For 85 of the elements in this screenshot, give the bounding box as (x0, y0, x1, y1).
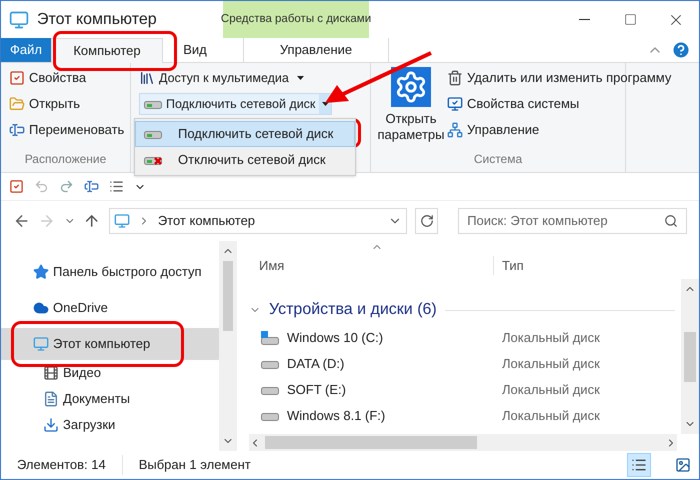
file-name[interactable]: Windows 8.1 (F:) (287, 406, 386, 426)
nav-item[interactable]: Документы (1, 386, 219, 412)
computer-management-icon (447, 122, 463, 138)
rename-icon (9, 122, 25, 138)
table-cell-text: Локальный диск (501, 407, 600, 426)
nav-item[interactable]: Этот компьютер (1, 328, 219, 360)
ribbon-button[interactable]: Открыть (9, 93, 130, 115)
checkbox-icon (9, 70, 25, 86)
back-icon[interactable] (13, 212, 30, 230)
dropdown-arrow-button[interactable] (319, 94, 332, 114)
scrollbar[interactable] (219, 241, 237, 451)
nav-item[interactable]: Панель быстрого доступ (1, 256, 219, 288)
table-cell-text: Локальный диск (501, 355, 600, 374)
group-header: Устройства и диски (6) (269, 300, 437, 320)
address-path: Этот компьютер (158, 212, 256, 230)
ribbon-button[interactable]: Управление (447, 119, 672, 141)
picture-icon (675, 457, 691, 473)
refresh-icon (420, 214, 434, 228)
download-icon (43, 417, 59, 433)
maximize-icon (624, 13, 636, 26)
search-icon (664, 214, 678, 228)
search-field[interactable]: Поиск: Этот компьютер (458, 208, 688, 234)
column-header[interactable]: Имя (249, 256, 494, 275)
ribbon-button[interactable]: Переименовать (9, 119, 130, 141)
file-name[interactable]: SOFT (E:) (287, 380, 346, 400)
drive-remove-icon (144, 155, 162, 165)
drive-icon (144, 129, 162, 139)
nav-item[interactable]: Загрузки (1, 412, 219, 438)
ribbon-button[interactable]: Доступ к мультимедиа (139, 67, 370, 89)
cloud-icon (33, 300, 49, 316)
menu-item[interactable]: Подключить сетевой диск (135, 121, 355, 147)
ribbon-tab[interactable]: Файл (1, 38, 51, 62)
status-text: Элементов: 14 (17, 456, 106, 474)
drive-icon (144, 99, 162, 109)
ribbon-button[interactable]: Удалить или изменить программу (447, 67, 672, 89)
folder-icon (9, 96, 25, 112)
media-icon (139, 70, 155, 86)
group-label: Система (472, 151, 524, 168)
status-text: Выбран 1 элемент (122, 455, 251, 475)
refresh-button[interactable] (415, 208, 438, 234)
window-title: Этот компьютер (37, 10, 157, 30)
table-cell-text: Локальный диск (501, 381, 600, 400)
table-cell-text: Локальный диск (501, 329, 600, 348)
help-icon[interactable] (671, 40, 691, 60)
drive-icon (261, 359, 279, 369)
computer-icon (9, 10, 29, 30)
open-settings-button[interactable]: Открыть параметры (379, 67, 443, 150)
checkbox-icon[interactable] (9, 179, 24, 194)
ribbon-button[interactable]: Свойства (9, 67, 130, 89)
scrollbar-thumb[interactable] (223, 261, 233, 331)
document-icon (43, 391, 59, 407)
film-icon (43, 365, 59, 381)
context-tab-group-header: Средства работы с дисками (223, 1, 369, 38)
minimize-icon (578, 19, 590, 20)
file-name[interactable]: DATA (D:) (287, 354, 344, 374)
drive-icon (261, 385, 279, 395)
monitor-check-icon (447, 96, 463, 112)
horizontal-scrollbar[interactable] (249, 434, 677, 451)
ribbon-tab[interactable]: Управление (243, 38, 389, 62)
rename-icon[interactable] (84, 179, 99, 194)
column-header[interactable]: Тип (494, 256, 524, 275)
address-bar[interactable]: Этот компьютер (108, 208, 408, 234)
computer-icon (114, 213, 130, 229)
star-icon (33, 264, 49, 280)
nav-item[interactable]: OneDrive (1, 292, 219, 324)
scrollbar-thumb[interactable] (265, 436, 477, 449)
ribbon-tab[interactable]: Вид (163, 38, 227, 62)
program-box-icon (447, 70, 463, 86)
details-view-button[interactable] (627, 453, 651, 477)
menu-item[interactable]: Отключить сетевой диск (135, 147, 355, 173)
list-icon[interactable] (109, 179, 124, 194)
file-name[interactable]: Windows 10 (C:) (287, 328, 384, 348)
search-input[interactable]: Поиск: Этот компьютер (467, 211, 664, 231)
computer-icon (33, 336, 49, 352)
settings-icon (394, 70, 428, 104)
ribbon-tab[interactable]: Компьютер (51, 38, 163, 63)
group-label: Расположение (24, 151, 108, 168)
vertical-scrollbar[interactable] (681, 279, 699, 434)
scrollbar-thumb[interactable] (684, 332, 696, 382)
drive-icon (261, 411, 279, 421)
caret-icon (296, 76, 304, 80)
windows-drive-icon (261, 331, 279, 345)
details-view-icon (631, 457, 647, 473)
nav-item[interactable]: Видео (1, 360, 219, 386)
ribbon-button[interactable]: Свойства системы (447, 93, 672, 115)
